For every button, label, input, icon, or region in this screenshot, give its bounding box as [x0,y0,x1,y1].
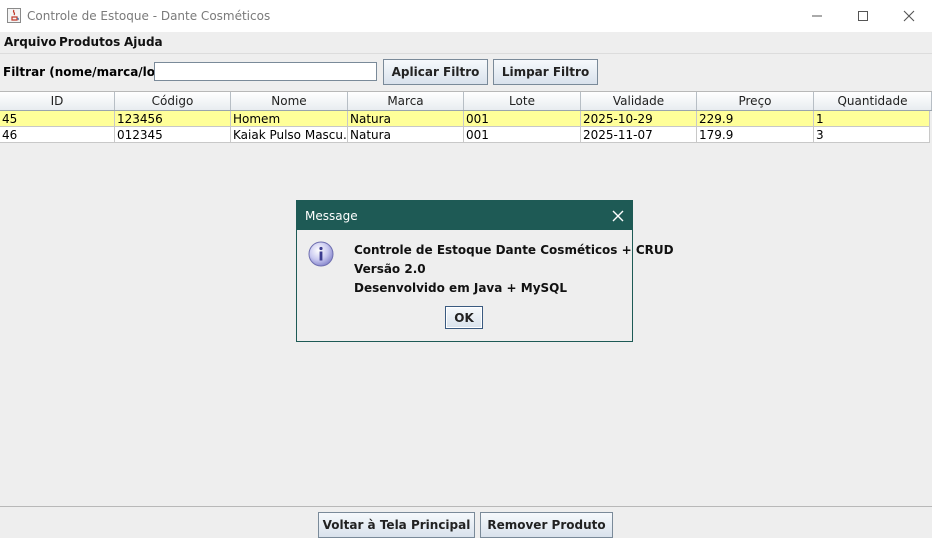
cell-lote: 001 [464,127,581,143]
maximize-button[interactable] [840,0,886,32]
window-title: Controle de Estoque - Dante Cosméticos [27,9,271,23]
cell-id: 46 [0,127,115,143]
maximize-icon [858,11,868,21]
cell-quantidade: 3 [814,127,930,143]
menu-ajuda[interactable]: Ajuda [124,35,163,49]
menu-bar: Arquivo Produtos Ajuda [0,32,932,54]
cell-marca: Natura [348,111,464,127]
cell-marca: Natura [348,127,464,143]
dialog-title: Message [305,209,358,223]
dialog-message-line: Desenvolvido em Java + MySQL [354,281,568,295]
clear-filter-button[interactable]: Limpar Filtro [493,59,598,85]
java-app-icon [7,8,21,23]
cell-validade: 2025-10-29 [581,111,697,127]
title-bar: Controle de Estoque - Dante Cosméticos [0,0,932,32]
minimize-button[interactable] [794,0,840,32]
dialog-close-button[interactable] [612,206,624,226]
column-header-validade[interactable]: Validade [581,92,697,110]
menu-arquivo[interactable]: Arquivo [4,35,57,49]
cell-codigo: 123456 [115,111,231,127]
close-icon [612,210,624,222]
close-window-button[interactable] [886,0,932,32]
dialog-message-line: Controle de Estoque Dante Cosméticos + C… [354,243,674,257]
cell-preco: 179.9 [697,127,814,143]
column-header-marca[interactable]: Marca [348,92,464,110]
cell-id: 45 [0,111,115,127]
cell-nome: Homem [231,111,348,127]
message-dialog: Message Controle de Estoque Dante Cosmét… [296,200,674,342]
remove-product-button[interactable]: Remover Produto [480,512,613,538]
info-icon [308,241,334,267]
close-icon [903,10,915,22]
filter-label: Filtrar (nome/marca/lote): [3,65,180,79]
column-header-codigo[interactable]: Código [115,92,231,110]
back-to-main-button[interactable]: Voltar à Tela Principal [318,512,475,538]
column-header-lote[interactable]: Lote [464,92,581,110]
dialog-title-bar: Message [297,201,632,230]
column-header-quantidade[interactable]: Quantidade [814,92,932,110]
cell-codigo: 012345 [115,127,231,143]
filter-input[interactable] [154,62,377,81]
column-header-nome[interactable]: Nome [231,92,348,110]
cell-preco: 229.9 [697,111,814,127]
ok-button[interactable]: OK [445,306,483,329]
table-row[interactable]: 45 123456 Homem Natura 001 2025-10-29 22… [0,111,930,127]
table-header: ID Código Nome Marca Lote Validade Preço… [0,92,932,111]
cell-lote: 001 [464,111,581,127]
minimize-icon [812,15,822,17]
menu-produtos[interactable]: Produtos [59,35,120,49]
cell-nome: Kaiak Pulso Mascu... [231,127,348,143]
column-header-preco[interactable]: Preço [697,92,814,110]
column-header-id[interactable]: ID [0,92,115,110]
dialog-message-line: Versão 2.0 [354,262,426,276]
cell-validade: 2025-11-07 [581,127,697,143]
table-row[interactable]: 46 012345 Kaiak Pulso Mascu... Natura 00… [0,127,930,143]
cell-quantidade: 1 [814,111,930,127]
apply-filter-button[interactable]: Aplicar Filtro [383,59,488,85]
